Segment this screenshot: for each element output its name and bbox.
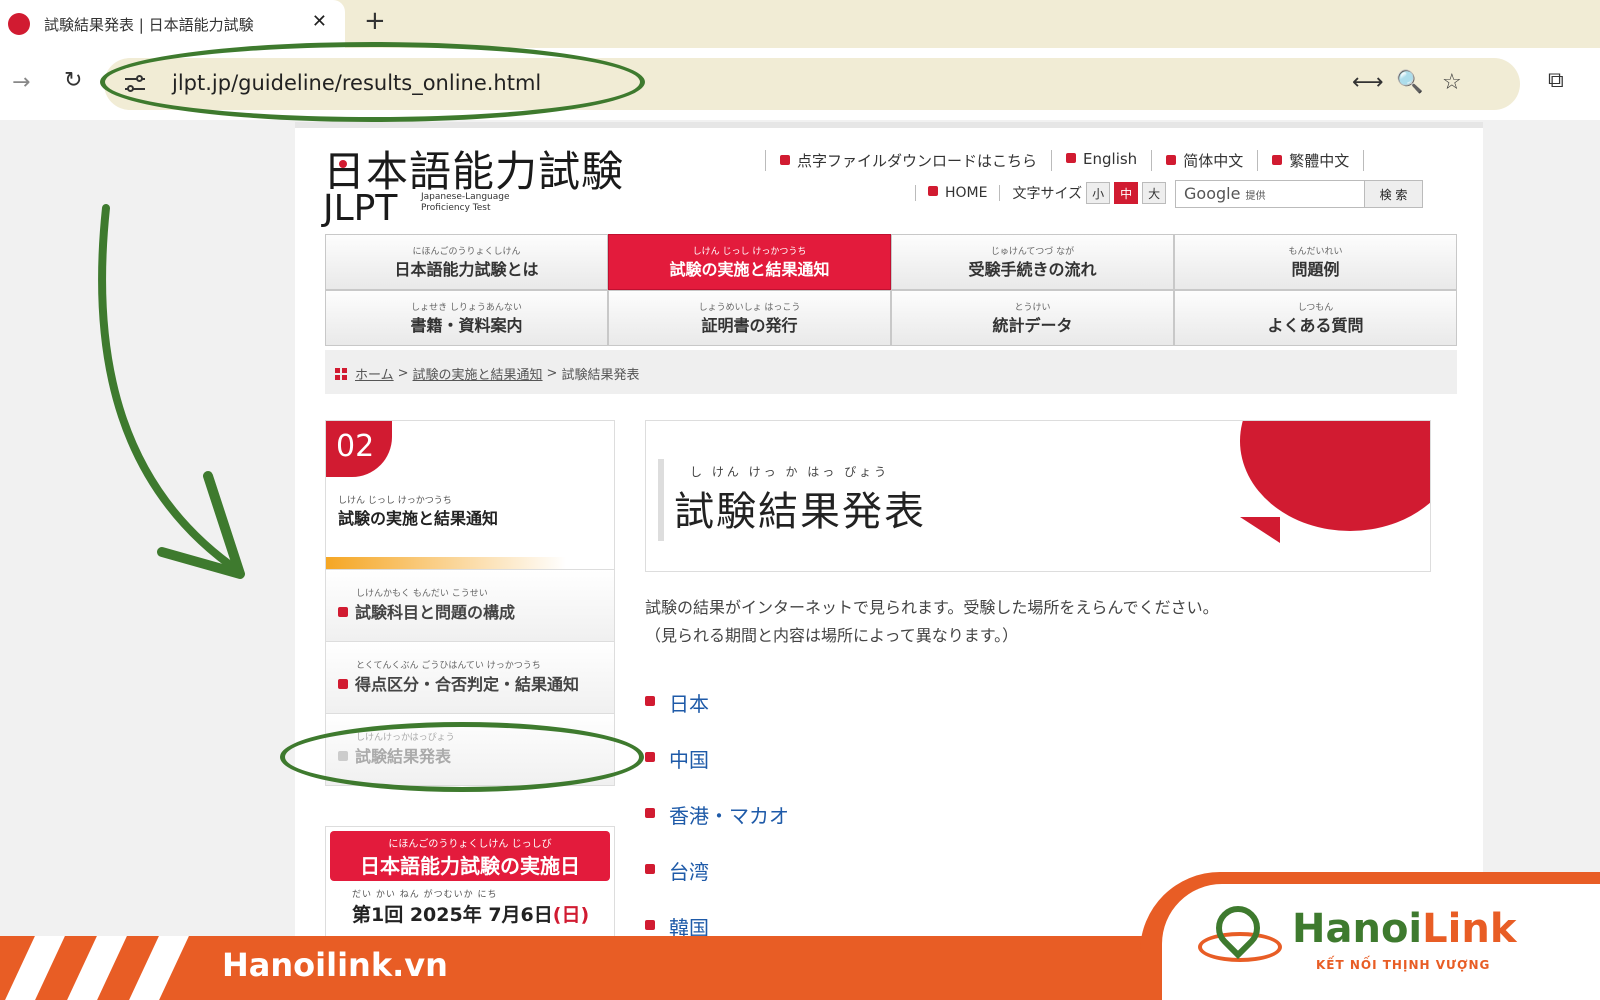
country-link-hongkong-macau[interactable]: 香港・マカオ bbox=[645, 786, 1431, 842]
zoom-icon[interactable]: 🔍 bbox=[1396, 70, 1423, 95]
country-link-china[interactable]: 中国 bbox=[645, 730, 1431, 786]
english-link[interactable]: English bbox=[1051, 150, 1151, 171]
font-size-label: 文字サイズ bbox=[1012, 186, 1083, 202]
home-link[interactable]: HOME bbox=[915, 185, 1001, 201]
chevron-down-icon bbox=[645, 864, 655, 874]
extensions-icon[interactable]: ⧉ bbox=[1548, 68, 1564, 93]
section-number: 02 bbox=[326, 421, 392, 477]
site-search: Google 提供 検 索 bbox=[1175, 180, 1423, 208]
exam-date-title: 日本語能力試験の実施日 bbox=[360, 854, 580, 878]
nav-books[interactable]: しょせき しりょうあんない 書籍・資料案内 bbox=[325, 290, 608, 346]
logo-subtitle: Japanese-Language Proficiency Test bbox=[421, 192, 510, 213]
translate-icon[interactable]: ⟷ bbox=[1352, 70, 1384, 95]
page-title-ruby: し けん けっ か はっ ぴょう bbox=[690, 465, 890, 479]
breadcrumb-home-link[interactable]: ホーム bbox=[355, 364, 394, 383]
font-size-medium-button[interactable]: 中 bbox=[1114, 182, 1139, 204]
section-underline bbox=[326, 557, 566, 569]
brand-slogan: KẾT NỐI THỊNH VƯỢNG bbox=[1316, 958, 1491, 972]
home-grid-icon bbox=[335, 367, 347, 380]
footer-url: Hanoilink.vn bbox=[222, 946, 448, 984]
nav-about-jlpt[interactable]: にほんごのうりょくしけん 日本語能力試験とは bbox=[325, 234, 608, 290]
chevron-down-icon bbox=[645, 920, 655, 930]
bookmark-star-icon[interactable]: ☆ bbox=[1442, 70, 1462, 95]
results-highlight-circle bbox=[280, 722, 644, 792]
sidebar: 02 しけん じっし けっかつうち 試験の実施と結果通知 しけんかもく もんだい… bbox=[325, 420, 615, 966]
site-logo-jlpt[interactable]: JLPT bbox=[323, 188, 397, 229]
stripe-decoration bbox=[0, 936, 220, 1000]
intro-text: 試験の結果がインターネットで見られます。受験した場所をえらんでください。 （見ら… bbox=[645, 598, 1219, 645]
page-title-box: し けん けっ か はっ ぴょう 試験結果発表 bbox=[645, 420, 1431, 572]
traditional-chinese-link[interactable]: 繁體中文 bbox=[1257, 150, 1365, 171]
breadcrumb-current: 試験結果発表 bbox=[561, 368, 640, 383]
utility-row: HOME 文字サイズ 小 中 大 bbox=[915, 182, 1167, 204]
speech-bubble-tail bbox=[1240, 517, 1280, 543]
search-button[interactable]: 検 索 bbox=[1364, 181, 1422, 207]
global-nav: にほんごのうりょくしけん 日本語能力試験とは しけん じっし けっかつうち 試験の実… bbox=[325, 234, 1457, 346]
nav-exam-results[interactable]: しけん じっし けっかつうち 試験の実施と結果通知 bbox=[608, 234, 891, 290]
close-tab-icon[interactable]: ✕ bbox=[312, 11, 327, 32]
url-highlight-circle bbox=[100, 42, 645, 122]
speech-bubble-decoration bbox=[1240, 421, 1430, 531]
bullet-icon bbox=[1272, 155, 1283, 165]
country-link-japan[interactable]: 日本 bbox=[645, 674, 1431, 730]
browser-tab[interactable]: 試験結果発表 | 日本語能力試験 ✕ bbox=[0, 0, 345, 48]
page-title: 試験結果発表 bbox=[674, 489, 926, 535]
braille-download-link[interactable]: 点字ファイルダウンロードはこちら bbox=[765, 150, 1051, 171]
breadcrumb: ホーム > 試験の実施と結果通知 > 試験結果発表 bbox=[325, 350, 1457, 394]
font-size-large-button[interactable]: 大 bbox=[1142, 182, 1167, 204]
font-size-control: 文字サイズ 小 中 大 bbox=[1012, 182, 1167, 204]
section-title: 試験の実施と結果通知 bbox=[338, 509, 499, 528]
chevron-down-icon bbox=[645, 808, 655, 818]
section-header: 02 しけん じっし けっかつうち 試験の実施と結果通知 bbox=[325, 420, 615, 570]
nav-sample-questions[interactable]: もんだいれい 問題例 bbox=[1174, 234, 1457, 290]
language-links: 点字ファイルダウンロードはこちら English 简体中文 繁體中文 bbox=[765, 150, 1365, 171]
jlpt-favicon-icon bbox=[8, 13, 30, 35]
nav-application-flow[interactable]: じゅけんてつづ なが 受験手続きの流れ bbox=[891, 234, 1174, 290]
simplified-chinese-link[interactable]: 简体中文 bbox=[1151, 150, 1257, 171]
green-arrow-icon bbox=[98, 204, 245, 579]
new-tab-button[interactable]: + bbox=[364, 6, 386, 36]
search-input[interactable]: Google 提供 bbox=[1184, 184, 1266, 203]
logo-dot-icon bbox=[339, 160, 347, 168]
jlpt-page: 日本語能力試験 JLPT Japanese-Language Proficien… bbox=[295, 122, 1483, 966]
bullet-icon bbox=[780, 155, 790, 165]
brand-logo-area: HanoiLink KẾT NỐI THỊNH VƯỢNG bbox=[1140, 872, 1600, 1000]
bullet-icon bbox=[1166, 155, 1177, 165]
chevron-down-icon bbox=[645, 696, 655, 706]
bullet-icon bbox=[1066, 153, 1077, 163]
nav-statistics[interactable]: とうけい 統計データ bbox=[891, 290, 1174, 346]
exam-date: 第1回 2025年 7月6日(日) bbox=[352, 904, 590, 926]
sidebar-item-scoring[interactable]: とくてんくぶん ごうひはんてい けっかつうち 得点区分・合否判定・結果通知 bbox=[325, 642, 615, 714]
forward-icon[interactable]: → bbox=[12, 70, 30, 95]
sidebar-item-subjects[interactable]: しけんかもく もんだい こうせい 試験科目と問題の構成 bbox=[325, 570, 615, 642]
font-size-small-button[interactable]: 小 bbox=[1086, 182, 1111, 204]
chevron-down-icon bbox=[645, 752, 655, 762]
reload-icon[interactable]: ↻ bbox=[64, 68, 82, 93]
breadcrumb-parent-link[interactable]: 試験の実施と結果通知 bbox=[413, 364, 543, 383]
brand-name: HanoiLink bbox=[1292, 906, 1517, 952]
bullet-icon bbox=[338, 607, 348, 617]
bullet-icon bbox=[928, 186, 938, 196]
nav-faq[interactable]: しつもん よくある質問 bbox=[1174, 290, 1457, 346]
nav-certificates[interactable]: しょうめいしょ はっこう 証明書の発行 bbox=[608, 290, 891, 346]
tab-title: 試験結果発表 | 日本語能力試験 bbox=[44, 15, 254, 34]
title-accent-bar bbox=[658, 459, 664, 541]
tab-strip: 試験結果発表 | 日本語能力試験 ✕ + bbox=[0, 0, 1600, 48]
bullet-icon bbox=[338, 679, 348, 689]
